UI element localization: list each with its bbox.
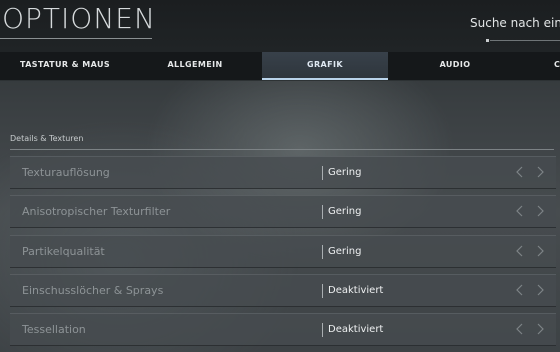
chevron-left-icon[interactable] — [514, 283, 526, 297]
chevron-left-icon[interactable] — [514, 244, 526, 258]
tab-partial[interactable]: C — [522, 52, 560, 80]
setting-label: Tessellation — [22, 323, 86, 336]
setting-row-einschussloecher-sprays[interactable]: Einschusslöcher & Sprays Deaktiviert — [10, 274, 556, 307]
tab-allgemein[interactable]: ALLGEMEIN — [130, 52, 260, 80]
chevron-right-icon[interactable] — [534, 322, 546, 336]
chevron-right-icon[interactable] — [534, 283, 546, 297]
row-separator — [322, 323, 323, 337]
setting-row-tessellation[interactable]: Tessellation Deaktiviert — [10, 313, 556, 346]
chevron-right-icon[interactable] — [534, 165, 546, 179]
chevron-left-icon[interactable] — [514, 165, 526, 179]
top-bar: OPTIONEN Suche nach ein — [0, 0, 560, 52]
setting-row-anisotropischer-texturfilter[interactable]: Anisotropischer Texturfilter Gering — [10, 195, 556, 228]
tab-bar: TASTATUR & MAUS ALLGEMEIN GRAFIK AUDIO C — [0, 52, 560, 81]
setting-value: Gering — [328, 206, 362, 217]
chevron-left-icon[interactable] — [514, 204, 526, 218]
section-divider — [10, 149, 554, 150]
setting-label: Partikelqualität — [22, 245, 105, 258]
search-cursor-icon — [486, 39, 489, 42]
setting-value: Deaktiviert — [328, 324, 384, 335]
section-title: Details & Texturen — [10, 134, 84, 143]
setting-label: Einschusslöcher & Sprays — [22, 284, 164, 297]
setting-row-texturaufloesung[interactable]: Texturauflösung Gering — [10, 156, 556, 189]
title-underline — [0, 38, 152, 39]
page-title: OPTIONEN — [2, 2, 156, 35]
row-separator — [322, 166, 323, 180]
tab-grafik[interactable]: GRAFIK — [262, 52, 388, 80]
chevron-left-icon[interactable] — [514, 322, 526, 336]
search-underline — [490, 40, 560, 41]
setting-label: Texturauflösung — [22, 166, 110, 179]
row-separator — [322, 205, 323, 219]
row-separator — [322, 245, 323, 259]
setting-value: Deaktiviert — [328, 285, 384, 296]
setting-row-partikelqualitaet[interactable]: Partikelqualität Gering — [10, 235, 556, 268]
setting-label: Anisotropischer Texturfilter — [22, 205, 171, 218]
row-separator — [322, 284, 323, 298]
tab-tastatur-maus[interactable]: TASTATUR & MAUS — [0, 52, 130, 80]
search-input[interactable]: Suche nach ein — [470, 16, 560, 30]
setting-value: Gering — [328, 167, 362, 178]
chevron-right-icon[interactable] — [534, 244, 546, 258]
chevron-right-icon[interactable] — [534, 204, 546, 218]
setting-value: Gering — [328, 246, 362, 257]
tab-audio[interactable]: AUDIO — [390, 52, 520, 80]
